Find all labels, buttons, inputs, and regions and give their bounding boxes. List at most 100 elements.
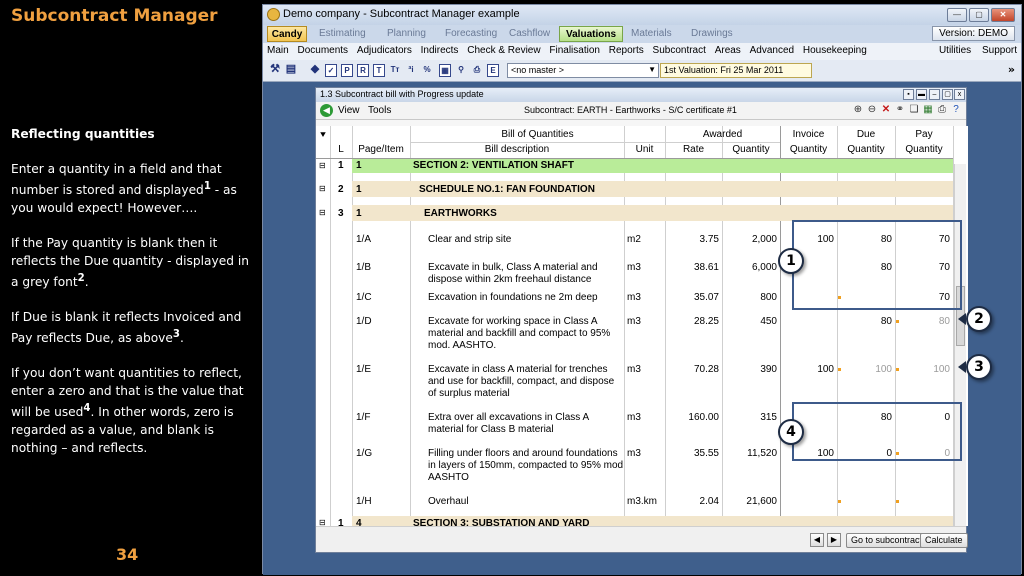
pay-quantity-field[interactable]: 80	[895, 316, 950, 328]
help-icon[interactable]: ?	[950, 104, 962, 116]
window-menu-icon[interactable]: ▤	[285, 64, 297, 77]
layers-icon[interactable]: ◆	[309, 64, 321, 77]
calculate-button[interactable]: Calculate	[920, 533, 968, 548]
row-rate: 35.55	[693, 448, 719, 459]
menu-advanced[interactable]: Advanced	[750, 45, 794, 56]
row-item: 4	[356, 518, 362, 526]
toolbar-overflow-icon[interactable]: »	[1008, 63, 1015, 76]
header-invoice: Invoice	[792, 129, 825, 140]
vertical-scrollbar[interactable]	[954, 164, 966, 526]
menu-support[interactable]: Support	[982, 45, 1017, 56]
print-icon[interactable]: ⎙	[936, 104, 948, 116]
menu-areas[interactable]: Areas	[715, 45, 741, 56]
header-due: Due	[856, 129, 876, 140]
row-description: Excavate for working space in Class A ma…	[428, 316, 611, 351]
book-icon[interactable]: ❏	[908, 104, 920, 116]
row-item: 1/F	[356, 412, 371, 423]
minimize-button[interactable]: —	[947, 8, 967, 22]
menu-indirects[interactable]: Indirects	[421, 45, 459, 56]
row-level: 2	[338, 184, 344, 195]
row-quantity: 2,000	[751, 234, 777, 245]
r-icon[interactable]: R	[357, 64, 369, 77]
menu-tools[interactable]: Tools	[368, 105, 391, 116]
collapse-icon[interactable]: ⊟	[319, 207, 326, 219]
child-close-button[interactable]: x	[954, 89, 965, 100]
child-minimize-button[interactable]: –	[929, 89, 940, 100]
child-titlebar: 1.3 Subcontract bill with Progress updat…	[316, 88, 966, 102]
dock-icon[interactable]: ▬	[916, 89, 927, 100]
tab-estimating[interactable]: Estimating	[313, 26, 372, 42]
go-to-subcontract-button[interactable]: Go to subcontract	[846, 533, 928, 548]
window-title: Demo company - Subcontract Manager examp…	[283, 8, 520, 20]
row-rate: 28.25	[693, 316, 719, 327]
row-unit: m3	[627, 292, 641, 303]
paragraph-2: If the Pay quantity is blank then it ref…	[11, 236, 249, 290]
header-due-quantity: Quantity	[847, 144, 885, 155]
collapse-icon[interactable]: ⊟	[319, 183, 326, 195]
crane-icon[interactable]: ⚲	[455, 64, 467, 77]
row-description: EARTHWORKS	[424, 208, 497, 219]
menu-adjudicators[interactable]: Adjudicators	[357, 45, 412, 56]
collapse-icon[interactable]: ⊟	[319, 160, 326, 172]
tab-valuations[interactable]: Valuations	[559, 26, 624, 42]
expand-all-icon[interactable]: ⯆	[316, 130, 330, 141]
valuation-field[interactable]: 1st Valuation: Fri 25 Mar 2011	[660, 63, 812, 78]
text-size-icon[interactable]: Tт	[389, 64, 401, 77]
pay-quantity-field[interactable]: 100	[895, 364, 950, 376]
tab-planning[interactable]: Planning	[381, 26, 432, 42]
collapse-icon[interactable]: ⊟	[319, 517, 326, 526]
back-icon[interactable]: ◀	[320, 104, 333, 117]
master-select[interactable]: <no master > ▼	[507, 63, 659, 78]
bill-grid: ⯆ L Page/Item Bill of Quantities Bill de…	[316, 126, 968, 526]
superscript-icon[interactable]: ªi	[405, 64, 417, 77]
e-icon[interactable]: E	[487, 64, 499, 77]
delete-icon[interactable]: ✕	[880, 104, 892, 116]
tab-forecasting[interactable]: Forecasting	[439, 26, 503, 42]
excel-icon[interactable]: ▦	[922, 104, 934, 116]
next-icon[interactable]: ▶	[827, 533, 841, 547]
tools-icon[interactable]: ⚒	[269, 64, 281, 77]
menu-housekeeping[interactable]: Housekeeping	[803, 45, 867, 56]
previous-icon[interactable]: ◀	[810, 533, 824, 547]
row-unit: m3	[627, 448, 641, 459]
due-quantity-field[interactable]: 80	[837, 316, 892, 328]
pin-icon[interactable]: ▪	[903, 89, 914, 100]
menu-utilities[interactable]: Utilities	[939, 45, 971, 56]
menu-main[interactable]: Main	[267, 45, 289, 56]
close-button[interactable]: ✕	[991, 8, 1015, 22]
slide-heading: Reflecting quantities	[11, 127, 155, 141]
child-menu: ◀ View Tools Subcontract: EARTH - Earthw…	[316, 102, 966, 120]
row-level: 3	[338, 208, 344, 219]
menu-finalisation[interactable]: Finalisation	[549, 45, 600, 56]
menu-documents[interactable]: Documents	[297, 45, 348, 56]
app-window: Demo company - Subcontract Manager examp…	[262, 4, 1022, 575]
print-icon[interactable]: ⎙	[471, 64, 483, 77]
zoom-out-icon[interactable]: ⊖	[866, 104, 878, 116]
tab-cashflow[interactable]: Cashflow	[503, 26, 556, 42]
invoice-quantity-field[interactable]: 100	[780, 364, 834, 376]
maximize-button[interactable]: ▢	[969, 8, 989, 22]
menu-subcontract[interactable]: Subcontract	[653, 45, 706, 56]
zoom-in-icon[interactable]: ⊕	[852, 104, 864, 116]
t-icon[interactable]: T	[373, 64, 385, 77]
menu-reports[interactable]: Reports	[609, 45, 644, 56]
tab-materials[interactable]: Materials	[625, 26, 678, 42]
due-quantity-field[interactable]: 100	[837, 364, 892, 376]
child-maximize-button[interactable]: ▢	[942, 89, 953, 100]
app-icon	[267, 8, 280, 21]
row-rate: 2.04	[699, 496, 719, 507]
menu-check-review[interactable]: Check & Review	[467, 45, 540, 56]
row-description: Excavate in class A material for trenche…	[428, 364, 615, 399]
row-unit: m3	[627, 262, 641, 273]
tab-candy[interactable]: Candy	[267, 26, 307, 42]
callout-3-pointer	[958, 361, 966, 373]
version-button[interactable]: Version: DEMO	[932, 26, 1015, 41]
tab-drawings[interactable]: Drawings	[685, 26, 739, 42]
calculator-icon[interactable]: ▦	[439, 64, 451, 77]
percent-icon[interactable]: %	[421, 64, 433, 77]
paragraph-1: Enter a quantity in a field and that num…	[11, 162, 237, 216]
binoculars-icon[interactable]: ⚭	[894, 104, 906, 116]
menu-view[interactable]: View	[338, 105, 360, 116]
check-icon[interactable]: ✓	[325, 64, 337, 77]
p-icon[interactable]: P	[341, 64, 353, 77]
